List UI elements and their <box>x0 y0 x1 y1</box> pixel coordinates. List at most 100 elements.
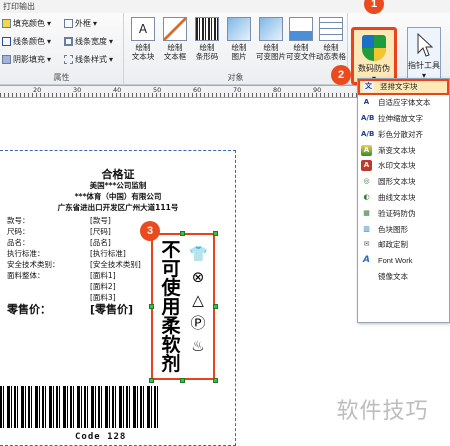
shade-fill-label: 阴影填充 <box>13 54 45 64</box>
fill-color-label: 填充颜色 <box>13 18 45 28</box>
menu-item-label: 曲线文本块 <box>378 192 416 202</box>
menu-item-stretch-text[interactable]: A/B 拉伸缩放文字 <box>358 111 449 127</box>
draw-picture-button[interactable]: 绘制 图片 <box>222 17 256 61</box>
draw-dynamic-table-button[interactable]: 绘制 动态表格 <box>314 17 348 61</box>
menu-item-mirror-text[interactable]: 镜像文本 <box>358 269 449 285</box>
menu-item-label: 镜像文本 <box>378 271 408 281</box>
draw-variable-picture-label: 绘制 可变图片 <box>256 43 286 61</box>
outline-icon <box>64 18 73 28</box>
line-color-button[interactable]: 线条颜色 ▾ <box>2 35 51 47</box>
draw-text-box-button[interactable]: 绘制 文本框 <box>158 17 192 61</box>
field-name[interactable]: 安全技术类别： <box>7 259 60 270</box>
stretch-text-icon: A/B <box>361 113 375 122</box>
label-supervisor[interactable]: 美国***公司监制 <box>0 180 236 191</box>
menu-item-color-align[interactable]: A/B 彩色分散对齐 <box>358 126 449 142</box>
field-value[interactable]: [面料1] <box>90 270 116 281</box>
menu-item-label: 彩色分散对齐 <box>378 129 423 139</box>
pointer-tool-label: 指针工具 <box>408 61 440 70</box>
font-work-icon: A <box>363 255 370 266</box>
field-name[interactable]: 品名： <box>7 237 30 248</box>
attribute-group-label: 属性 <box>53 73 70 82</box>
ribbon-toolbar: 填充颜色 ▾ 线条颜色 ▾ 阴影填充 ▾ 外框 ▾ 线条宽度 ▾ 线条样式 ▾ 属性 A 绘制… <box>0 13 450 85</box>
line-width-label: 线条宽度 <box>75 36 107 46</box>
field-name[interactable]: 尺码： <box>7 226 30 237</box>
tshirt-care-icon: 👕 <box>189 245 208 263</box>
table-icon <box>319 17 343 41</box>
field-value[interactable]: [执行标准] <box>90 248 126 259</box>
fill-color-button[interactable]: 填充颜色 ▾ <box>2 17 51 29</box>
menu-item-label: 自适应字体文本 <box>378 98 431 108</box>
label-page[interactable]: 合格证 美国***公司监制 ***体育（中国）有限公司 广东省进出口开发区广州大… <box>0 150 236 446</box>
circle-text-icon: ◎ <box>363 177 370 186</box>
barcode[interactable] <box>0 386 160 428</box>
line-style-button[interactable]: 线条样式 ▾ <box>64 53 113 65</box>
ruler-tick: 70 <box>233 86 242 94</box>
dropdown-arrow-icon: ▾ <box>47 36 52 46</box>
field-value[interactable]: [安全技术类别] <box>90 259 141 270</box>
menu-item-circle-text[interactable]: ◎ 圆形文本块 <box>358 174 449 190</box>
menu-item-label: 拉伸缩放文字 <box>378 113 423 123</box>
draw-text-box-label: 绘制 文本框 <box>163 43 187 61</box>
field-value[interactable]: [款号] <box>90 215 111 226</box>
resize-handle[interactable] <box>149 304 154 309</box>
postal-icon: ✉ <box>363 240 370 249</box>
menu-item-curve-text[interactable]: ◐ 曲线文本块 <box>358 190 449 206</box>
draw-variable-picture-button[interactable]: 绘制 可变图片 <box>254 17 288 61</box>
line-width-button[interactable]: 线条宽度 ▾ <box>64 35 113 47</box>
field-value[interactable]: [品名] <box>90 237 111 248</box>
field-name[interactable]: 执行标准： <box>7 248 45 259</box>
label-company[interactable]: ***体育（中国）有限公司 <box>0 191 236 202</box>
menu-item-color-block[interactable]: ▥ 色块图形 <box>358 221 449 237</box>
resize-handle[interactable] <box>213 378 218 383</box>
draw-variable-file-label: 绘制 可变文件 <box>286 43 316 61</box>
step-badge: 2 <box>331 65 351 85</box>
cursor-arrow-icon <box>413 32 435 58</box>
resize-handle[interactable] <box>213 231 218 236</box>
shade-fill-icon <box>2 54 11 64</box>
menu-item-font-work[interactable]: A Font Work <box>358 253 449 269</box>
step-badge: 3 <box>140 221 160 241</box>
price-label[interactable]: 零售价： <box>7 301 51 317</box>
dropdown-arrow-icon: ▾ <box>109 36 114 46</box>
menu-item-gradient-text[interactable]: A 渐变文本块 <box>358 142 449 158</box>
hand-wash-icon: ♨ <box>191 337 205 355</box>
resize-handle[interactable] <box>180 231 185 236</box>
dropdown-arrow-icon: ▾ <box>93 18 98 28</box>
watermark-text: 软件技巧 <box>315 378 450 446</box>
menu-item-verify-code[interactable]: ▦ 验证码防伪 <box>358 205 449 221</box>
menu-item-watermark-text[interactable]: A 水印文本块 <box>358 158 449 174</box>
dropdown-arrow-icon: ▾ <box>47 54 52 64</box>
shade-fill-button[interactable]: 阴影填充 ▾ <box>2 53 51 65</box>
label-address[interactable]: 广东省进出口开发区广州大道111号 <box>0 202 236 213</box>
outline-button[interactable]: 外框 ▾ <box>64 17 97 29</box>
line-width-icon <box>64 36 73 46</box>
anti-counterfeit-button[interactable]: 数码防伪 ▾ <box>351 27 397 85</box>
mirror-text-icon <box>361 271 372 282</box>
field-value[interactable]: [尺码] <box>90 226 111 237</box>
price-value[interactable]: [零售价] <box>90 301 133 317</box>
object-group: A 绘制 文本块 绘制 文本框 绘制 条形码 绘制 图片 绘制 可变图片 绘制 可… <box>124 13 348 85</box>
text-box-icon <box>163 17 187 41</box>
field-value[interactable]: [面料2] <box>90 281 116 292</box>
menu-item-vertical-text[interactable]: 文竖排文字块 <box>358 79 449 95</box>
menu-item-autofit-text[interactable]: A 自适应字体文本 <box>358 95 449 111</box>
color-align-icon: A/B <box>361 129 375 138</box>
resize-handle[interactable] <box>213 304 218 309</box>
draw-barcode-button[interactable]: 绘制 条形码 <box>190 17 224 61</box>
field-name[interactable]: 款号： <box>7 215 30 226</box>
field-name[interactable]: 面料整体： <box>7 270 45 281</box>
object-group-label: 对象 <box>227 73 244 82</box>
variable-picture-icon <box>259 17 283 41</box>
barcode-text[interactable]: Code 128 <box>75 432 126 442</box>
menu-item-label: 渐变文本块 <box>378 145 416 155</box>
line-color-icon <box>2 36 11 46</box>
gradient-text-icon: A <box>361 144 372 156</box>
resize-handle[interactable] <box>180 378 185 383</box>
pointer-tool-button[interactable]: 指针工具 ▾ <box>407 27 441 85</box>
vertical-text-block[interactable]: 不可使用柔软剂 <box>160 241 182 374</box>
draw-variable-file-button[interactable]: 绘制 可变文件 <box>284 17 318 61</box>
menu-item-postal[interactable]: ✉ 邮政定制 <box>358 237 449 253</box>
draw-text-block-button[interactable]: A 绘制 文本块 <box>126 17 160 61</box>
resize-handle[interactable] <box>149 378 154 383</box>
menu-item-label: 验证码防伪 <box>378 208 416 218</box>
